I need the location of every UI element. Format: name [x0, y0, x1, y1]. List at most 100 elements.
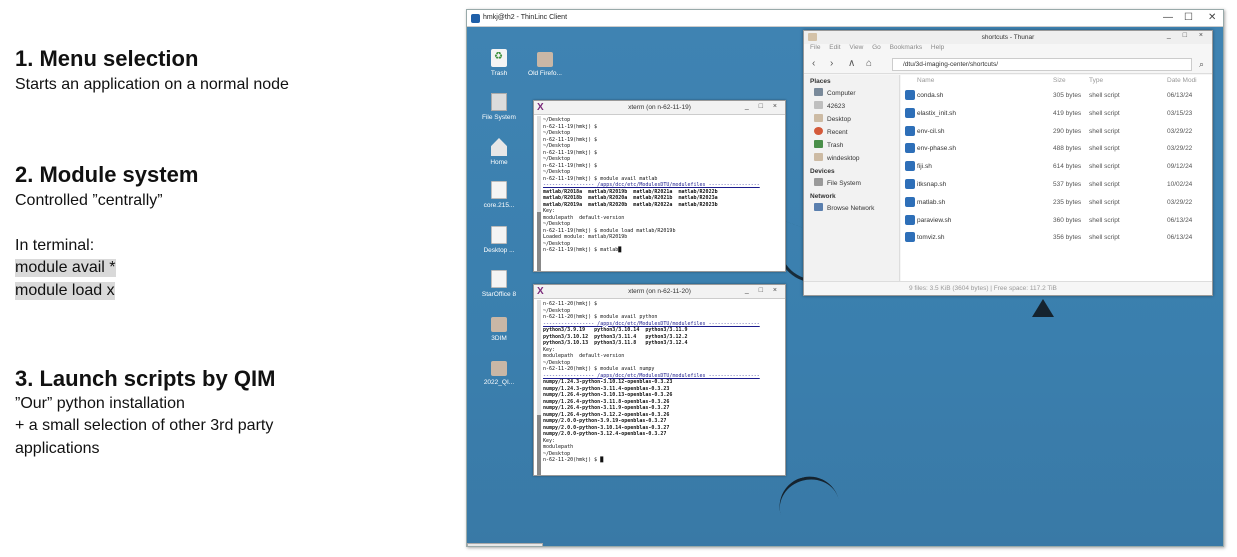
home-icon	[491, 138, 507, 156]
xterm-window-2[interactable]: X xterm (on n-62-11-20) _ □ × n-62-11-20…	[533, 284, 786, 476]
file-row[interactable]: itksnap.sh 537 bytes shell script 10/02/24	[901, 176, 1212, 194]
location-bar[interactable]: /dtu/3d-imaging-center/shortcuts/	[892, 58, 1192, 71]
file-row[interactable]: matlab.sh 235 bytes shell script 03/29/22	[901, 194, 1212, 212]
file-name: env-cil.sh	[917, 127, 945, 135]
file-row[interactable]: fiji.sh 614 bytes shell script 09/12/24	[901, 158, 1212, 176]
xterm-2-window-controls[interactable]: _ □ ×	[745, 287, 781, 294]
file-date: 03/29/22	[1167, 145, 1193, 153]
sidebar-item-label: Recent	[827, 129, 848, 136]
file-date: 06/13/24	[1167, 92, 1193, 99]
file-size: 356 bytes	[1053, 234, 1082, 242]
thunar-sidebar: Places Computer 42623 Desktop Recent Tra…	[804, 75, 900, 281]
thunar-window-controls[interactable]: _ □ ×	[1167, 32, 1208, 39]
sidebar-item-computer[interactable]: Computer	[804, 87, 899, 100]
column-header-size[interactable]: Size	[1053, 77, 1066, 84]
menu-go[interactable]: Go	[872, 44, 881, 51]
file-row[interactable]: env-phase.sh 488 bytes shell script 03/29/2…	[901, 140, 1212, 158]
file-type: shell script	[1089, 145, 1120, 153]
sidebar-item-browse-network[interactable]: Browse Network	[804, 202, 899, 215]
xterm-1-titlebar[interactable]: X xterm (on n-62-11-19) _ □ ×	[534, 101, 785, 115]
desktop-icon-3dim[interactable]: 3DIM	[469, 314, 529, 342]
file-row[interactable]: elastix_init.sh 419 bytes shell script 03/1…	[901, 105, 1212, 123]
forward-arrow-icon[interactable]: ›	[830, 58, 833, 69]
column-header-type[interactable]: Type	[1089, 77, 1103, 84]
menu-file[interactable]: File	[810, 44, 820, 51]
recent-icon	[814, 127, 823, 135]
sidebar-item-file-system[interactable]: File System	[804, 177, 899, 190]
remote-desktop[interactable]: Trash Old Firefo... File System Home cor…	[467, 27, 1223, 546]
file-name: elastix_init.sh	[917, 109, 957, 117]
thunar-menubar: File Edit View Go Bookmarks Help	[804, 44, 1212, 56]
back-arrow-icon[interactable]: ‹	[812, 58, 815, 69]
trash-icon	[491, 49, 507, 67]
filesystem-icon	[491, 93, 507, 111]
section-2-description: Controlled ”centrally”	[15, 192, 163, 209]
shell-script-icon	[905, 143, 915, 154]
menu-help[interactable]: Help	[931, 44, 944, 51]
shell-script-icon	[905, 232, 915, 243]
sidebar-item-label: Desktop	[827, 116, 851, 123]
xterm-2-terminal[interactable]: n-62-11-20(hmkj) $ ~/Desktop n-62-11-20(hm…	[534, 300, 785, 475]
home-icon[interactable]: ⌂	[866, 58, 872, 69]
desktop-icon-label: 2022_QI...	[483, 379, 515, 386]
sidebar-item-42623[interactable]: 42623	[804, 100, 899, 113]
file-list: Name Size Type Date Modi conda.sh 305 byt…	[901, 75, 1212, 281]
sidebar-item-recent[interactable]: Recent	[804, 126, 899, 139]
xterm-1-terminal[interactable]: ~/Desktop n-62-11-19(hmkj) $ ~/Desktop n-62…	[534, 116, 785, 271]
sidebar-item-label: 42623	[827, 103, 846, 110]
file-size: 235 bytes	[1053, 198, 1082, 206]
minimize-button[interactable]: —	[1163, 12, 1173, 23]
xterm-1-scrollbar[interactable]	[537, 116, 541, 271]
section-2-command-load: module load x	[15, 282, 115, 300]
file-row[interactable]: tomviz.sh 356 bytes shell script 06/13/24	[901, 229, 1212, 247]
xterm-1-output: ~/Desktop n-62-11-19(hmkj) $ ~/Desktop n-62…	[543, 117, 783, 254]
xterm-window-1[interactable]: X xterm (on n-62-11-19) _ □ × ~/Desktop n…	[533, 100, 786, 272]
file-date: 03/29/22	[1167, 127, 1193, 135]
section-3-line-1: ”Our” python installation	[15, 395, 185, 412]
xterm-1-window-controls[interactable]: _ □ ×	[745, 103, 781, 110]
terminal-line: n-62-11-20(hmkj) $ █	[543, 457, 604, 463]
thunar-file-manager[interactable]: shortcuts - Thunar _ □ × File Edit View …	[803, 30, 1213, 296]
sidebar-item-windesktop[interactable]: windesktop	[804, 152, 899, 165]
section-2-terminal-label: In terminal:	[15, 237, 95, 254]
file-name: env-phase.sh	[917, 145, 957, 153]
desktop-icon-core[interactable]: core.215...	[469, 181, 529, 209]
file-row[interactable]: env-cil.sh 290 bytes shell script 03/29/22	[901, 123, 1212, 141]
thunar-titlebar[interactable]: shortcuts - Thunar _ □ ×	[804, 31, 1212, 44]
file-type: shell script	[1089, 216, 1120, 224]
sidebar-item-trash[interactable]: Trash	[804, 139, 899, 152]
sidebar-item-desktop[interactable]: Desktop	[804, 113, 899, 126]
menu-edit[interactable]: Edit	[829, 44, 840, 51]
file-size: 488 bytes	[1053, 145, 1082, 153]
file-row[interactable]: conda.sh 305 bytes shell script 06/13/24	[901, 87, 1212, 105]
section-2-title: 2. Module system	[15, 162, 199, 187]
xterm-2-scrollbar[interactable]	[537, 300, 541, 475]
file-type: shell script	[1089, 234, 1120, 242]
file-icon	[491, 181, 507, 199]
desktop-icon-desktop-file[interactable]: Desktop ...	[469, 226, 529, 254]
search-icon[interactable]: ⌕	[1199, 59, 1204, 70]
menu-view[interactable]: View	[849, 44, 863, 51]
up-arrow-icon[interactable]: ∧	[848, 58, 855, 69]
sidebar-item-label: Trash	[827, 142, 844, 149]
desktop-icon-2022-qim[interactable]: 2022_QI...	[469, 358, 529, 386]
menu-bookmarks[interactable]: Bookmarks	[890, 44, 923, 51]
taskbar-item[interactable]	[467, 543, 543, 546]
desktop-icon-staroffice[interactable]: StarOffice 8	[469, 270, 529, 298]
close-button[interactable]: ✕	[1208, 12, 1216, 23]
sidebar-item-label: Computer	[827, 90, 856, 97]
column-header-date[interactable]: Date Modi	[1167, 77, 1197, 84]
maximize-button[interactable]: ☐	[1184, 12, 1193, 23]
desktop-icon-file-system[interactable]: File System	[469, 93, 529, 121]
wallpaper-decoration	[772, 469, 842, 525]
scrollbar-thumb[interactable]	[537, 415, 541, 475]
file-row[interactable]: paraview.sh 360 bytes shell script 06/13/24	[901, 212, 1212, 230]
scrollbar-thumb[interactable]	[537, 212, 541, 271]
desktop-icon-home[interactable]: Home	[469, 138, 529, 166]
xterm-2-titlebar[interactable]: X xterm (on n-62-11-20) _ □ ×	[534, 285, 785, 299]
desktop-icon-label: Desktop ...	[483, 247, 515, 254]
section-3-title: 3. Launch scripts by QIM	[15, 366, 276, 391]
thunar-statusbar: 9 files: 3.5 KiB (3604 bytes) | Free spa…	[804, 281, 1212, 295]
column-header-name[interactable]: Name	[917, 77, 934, 84]
desktop-icon-old-firefox[interactable]: Old Firefo...	[515, 49, 575, 77]
